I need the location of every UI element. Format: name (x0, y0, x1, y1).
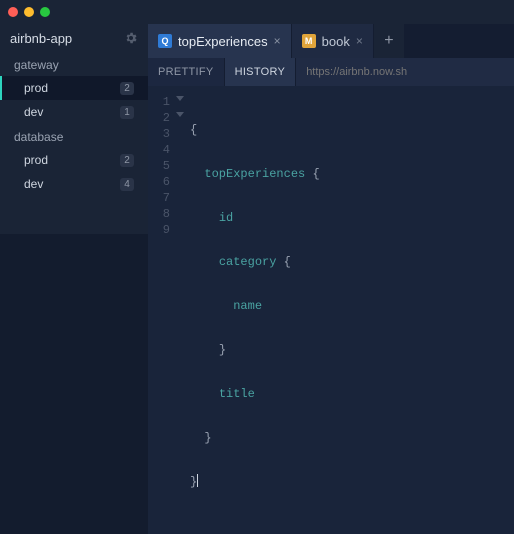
sidebar-item-database-dev[interactable]: dev 4 (0, 172, 148, 196)
app-title-row: airbnb-app (0, 24, 148, 52)
sidebar-item-gateway-prod[interactable]: prod 2 (0, 76, 148, 100)
editor-code[interactable]: { topExperiences { id category { name } … (176, 94, 514, 534)
tab-label: book (322, 34, 350, 49)
env-badge: 2 (120, 82, 134, 95)
tab-book[interactable]: M book × (292, 24, 374, 58)
sidebar-group-gateway: gateway (0, 52, 148, 76)
query-icon: Q (158, 34, 172, 48)
window-titlebar (0, 0, 514, 24)
traffic-light-close-icon[interactable] (8, 7, 18, 17)
prettify-button[interactable]: PRETTIFY (148, 58, 225, 86)
fold-icon[interactable] (176, 96, 184, 101)
new-tab-button[interactable]: + (374, 24, 404, 58)
app-title: airbnb-app (10, 31, 72, 46)
close-icon[interactable]: × (274, 34, 281, 48)
env-label: dev (24, 105, 43, 119)
env-badge: 4 (120, 178, 134, 191)
env-label: dev (24, 177, 43, 191)
tabs-row: Q topExperiences × M book × + (148, 24, 514, 58)
query-editor[interactable]: 1 2 3 4 5 6 7 8 9 { topExperiences { id … (148, 86, 514, 534)
env-badge: 2 (120, 154, 134, 167)
sidebar-item-gateway-dev[interactable]: dev 1 (0, 100, 148, 124)
sidebar: airbnb-app gateway prod 2 dev 1 database… (0, 24, 148, 534)
env-badge: 1 (120, 106, 134, 119)
sidebar-group-database: database (0, 124, 148, 148)
tab-topexperiences[interactable]: Q topExperiences × (148, 24, 292, 58)
gear-icon[interactable] (124, 31, 138, 45)
endpoint-url-input[interactable] (296, 58, 514, 86)
traffic-light-zoom-icon[interactable] (40, 7, 50, 17)
content-pane: Q topExperiences × M book × + PRETTIFY H… (148, 24, 514, 534)
env-label: prod (24, 81, 48, 95)
fold-icon[interactable] (176, 112, 184, 117)
mutation-icon: M (302, 34, 316, 48)
traffic-light-minimize-icon[interactable] (24, 7, 34, 17)
editor-gutter: 1 2 3 4 5 6 7 8 9 (148, 94, 176, 534)
sidebar-item-database-prod[interactable]: prod 2 (0, 148, 148, 172)
sidebar-empty-area (0, 234, 148, 534)
tab-label: topExperiences (178, 34, 268, 49)
env-label: prod (24, 153, 48, 167)
text-cursor (197, 474, 198, 487)
history-button[interactable]: HISTORY (225, 58, 297, 86)
toolbar: PRETTIFY HISTORY (148, 58, 514, 86)
close-icon[interactable]: × (356, 34, 363, 48)
